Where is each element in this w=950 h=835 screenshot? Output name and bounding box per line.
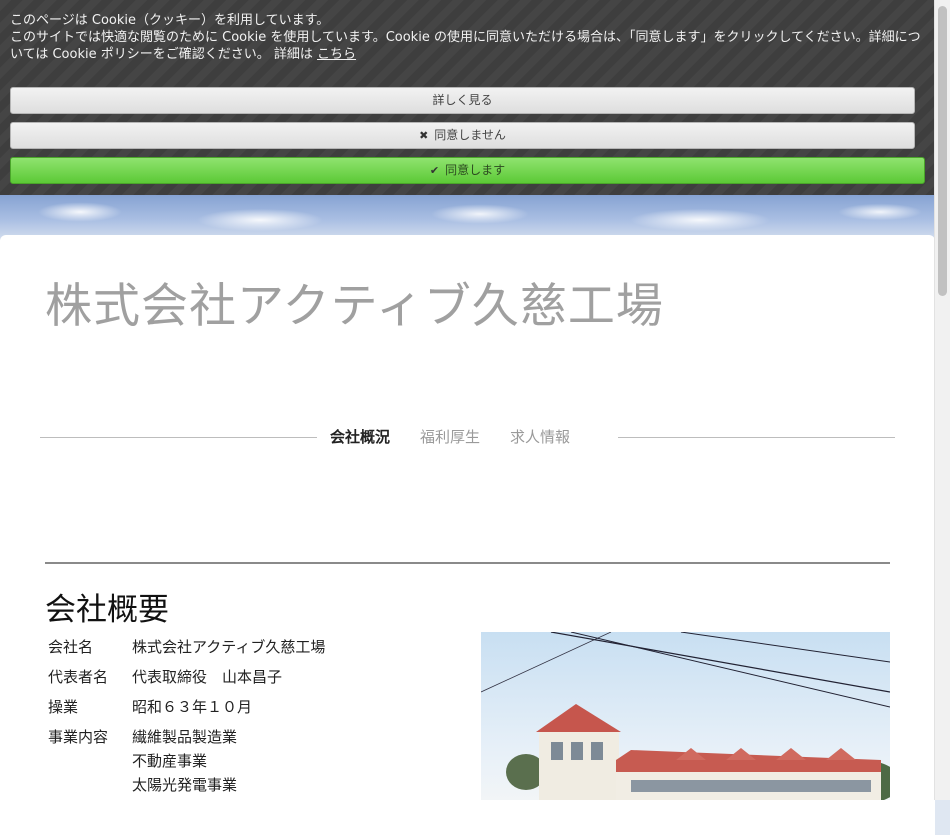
row-value-line: 繊維製品製造業 [132, 728, 238, 746]
row-value-line: 昭和６３年１０月 [132, 698, 253, 716]
cookie-more-label: 詳しく見る [432, 93, 493, 107]
row-value-line: 不動産事業 [132, 752, 208, 770]
company-info-table: 会社名 株式会社アクティブ久慈工場 代表者名 代表取締役 山本昌子 操業 昭和６… [45, 634, 328, 797]
cookie-accept-button[interactable]: ✔ 同意します [10, 157, 925, 184]
scrollbar-thumb[interactable] [938, 6, 947, 296]
nav-item-welfare[interactable]: 福利厚生 [420, 426, 480, 447]
cookie-decline-label: 同意しません [434, 128, 506, 142]
cookie-details-link[interactable]: こちら [317, 47, 356, 62]
row-label: 操業 [48, 698, 79, 716]
close-icon: ✖ [419, 129, 429, 142]
row-value: 昭和６３年１０月 [129, 694, 328, 724]
section-divider [45, 562, 890, 564]
nav-divider-left [40, 437, 317, 438]
table-row: 操業 昭和６３年１０月 [45, 694, 328, 724]
cookie-message-body: このサイトでは快適な閲覧のために Cookie を使用しています。Cookie … [10, 29, 925, 63]
cookie-accept-label: 同意します [445, 163, 506, 177]
page-scrollbar[interactable] [934, 0, 950, 800]
site-title[interactable]: 株式会社アクティブ久慈工場 [45, 267, 664, 336]
row-value: 代表取締役 山本昌子 [129, 664, 328, 694]
row-value: 株式会社アクティブ久慈工場 [129, 634, 328, 664]
nav-divider-right [618, 437, 895, 438]
row-value: 繊維製品製造業 不動産事業 太陽光発電事業 [129, 724, 328, 797]
row-value-line: 株式会社アクティブ久慈工場 [132, 638, 326, 656]
row-value-line: 代表取締役 山本昌子 [132, 668, 283, 686]
check-icon: ✔ [429, 164, 440, 177]
nav-item-recruitment[interactable]: 求人情報 [510, 426, 570, 447]
cookie-message-title: このページは Cookie（クッキー）を利用しています。 [10, 13, 330, 28]
factory-building-illustration [481, 632, 890, 800]
cookie-consent-banner: このページは Cookie（クッキー）を利用しています。 このサイトでは快適な閲… [0, 0, 935, 195]
row-value-line: 太陽光発電事業 [132, 776, 238, 794]
table-row: 代表者名 代表取締役 山本昌子 [45, 664, 328, 694]
main-navigation: 会社概況 福利厚生 求人情報 [330, 426, 570, 447]
factory-building-photo [481, 632, 890, 800]
header-sky-image [0, 190, 935, 240]
cookie-more-button[interactable]: 詳しく見る [10, 87, 915, 114]
row-label: 会社名 [48, 638, 94, 656]
nav-item-company-overview[interactable]: 会社概況 [330, 426, 390, 447]
cookie-message: このページは Cookie（クッキー）を利用しています。 このサイトでは快適な閲… [10, 12, 925, 63]
cookie-decline-button[interactable]: ✖ 同意しません [10, 122, 915, 149]
section-heading: 会社概要 [45, 592, 169, 628]
cookie-message-text: このサイトでは快適な閲覧のために Cookie を使用しています。Cookie … [10, 30, 921, 62]
table-row: 会社名 株式会社アクティブ久慈工場 [45, 634, 328, 664]
row-label: 代表者名 [48, 668, 109, 686]
table-row: 事業内容 繊維製品製造業 不動産事業 太陽光発電事業 [45, 724, 328, 797]
row-label: 事業内容 [48, 728, 109, 746]
